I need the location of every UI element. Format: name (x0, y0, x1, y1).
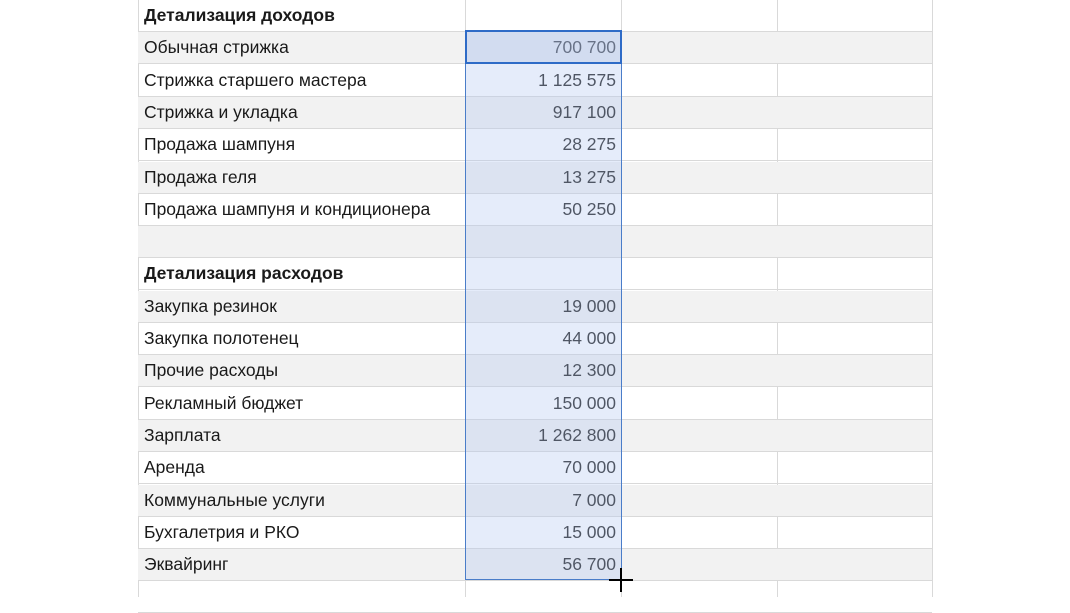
table-row[interactable] (138, 581, 932, 613)
grid-line (932, 0, 933, 597)
label-cell[interactable]: Продажа шампуня (144, 129, 464, 160)
label-cell[interactable]: Обычная стрижка (144, 32, 464, 63)
label-cell[interactable]: Эквайринг (144, 549, 464, 580)
spreadsheet-grid[interactable]: Детализация доходов Обычная стрижка 700 70… (0, 0, 1070, 613)
crosshair-cursor-icon (609, 568, 633, 592)
section-header-cell[interactable]: Детализация расходов (144, 258, 464, 289)
label-cell[interactable]: Зарплата (144, 420, 464, 451)
label-cell[interactable]: Стрижка старшего мастера (144, 65, 464, 96)
label-cell[interactable]: Продажа шампуня и кондиционера (144, 194, 464, 225)
label-cell[interactable]: Закупка полотенец (144, 323, 464, 354)
active-cell[interactable] (465, 30, 622, 64)
label-cell[interactable]: Рекламный бюджет (144, 388, 464, 419)
table-row[interactable]: Детализация доходов (138, 0, 932, 32)
label-cell[interactable]: Прочие расходы (144, 355, 464, 386)
label-cell[interactable]: Продажа геля (144, 162, 464, 193)
value-cell[interactable] (465, 0, 621, 31)
selected-range[interactable] (465, 30, 622, 580)
label-cell[interactable]: Стрижка и укладка (144, 97, 464, 128)
section-header-cell[interactable]: Детализация доходов (144, 0, 464, 31)
label-cell[interactable]: Коммунальные услуги (144, 485, 464, 516)
label-cell[interactable]: Бухгалетрия и РКО (144, 517, 464, 548)
label-cell[interactable] (144, 226, 464, 257)
label-cell[interactable]: Аренда (144, 452, 464, 483)
label-cell[interactable]: Закупка резинок (144, 291, 464, 322)
